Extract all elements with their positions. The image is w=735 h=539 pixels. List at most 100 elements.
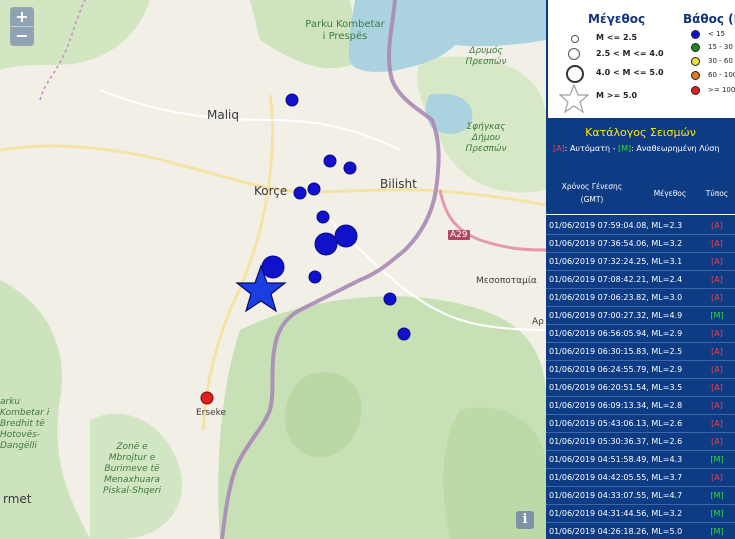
events-layer [200,93,411,405]
row-time-magnitude: 01/06/2019 04:33:07.55, ML=4.7 [549,491,683,500]
event-marker[interactable] [334,224,358,248]
table-row[interactable]: 01/06/2019 06:30:15.83, ML=2.5 [A] [546,343,735,361]
legend-depth-blue-icon [691,30,700,39]
legend-mag-small-icon [571,35,579,43]
row-time-magnitude: 01/06/2019 06:56:05.94, ML=2.9 [549,329,683,338]
legend-mag-3: 4.0 < M <= 5.0 [596,68,664,77]
row-type-badge: [M] [710,491,724,500]
event-marker[interactable] [314,232,338,256]
row-time-magnitude: 01/06/2019 07:59:04.08, ML=2.3 [549,221,683,230]
catalog-rows: 01/06/2019 07:59:04.08, ML=2.3 [A] 01/06/2… [546,217,735,539]
table-row[interactable]: 01/06/2019 06:56:05.94, ML=2.9 [A] [546,325,735,343]
row-type-badge: [A] [711,347,723,356]
legend-mag-1: M <= 2.5 [596,33,638,42]
row-type-badge: [M] [710,509,724,518]
catalog-title: Κατάλογος Σεισμών [585,126,696,139]
row-type-badge: [A] [711,329,723,338]
row-type-badge: [A] [711,383,723,392]
legend-depth-1: < 15 [708,30,725,38]
event-marker[interactable] [307,182,321,196]
legend-depth-orange-icon [691,71,700,80]
table-row[interactable]: 01/06/2019 04:26:18.26, ML=5.0 [M] [546,523,735,539]
column-header-time: Χρόνος Γένεσης (GMT) [561,182,623,204]
row-time-magnitude: 01/06/2019 07:08:42.21, ML=2.4 [549,275,683,284]
event-marker[interactable] [285,93,299,107]
table-row[interactable]: 01/06/2019 07:32:24.25, ML=3.1 [A] [546,253,735,271]
row-type-badge: [M] [710,311,724,320]
map-view[interactable]: + − Parku Kombetar i Prespës Δρυμός Πρεσ… [0,0,546,539]
event-marker[interactable] [308,270,322,284]
event-marker[interactable] [200,391,214,405]
row-type-badge: [A] [711,239,723,248]
row-time-magnitude: 01/06/2019 07:06:23.82, ML=3.0 [549,293,683,302]
table-row[interactable]: 01/06/2019 05:30:36.37, ML=2.6 [A] [546,433,735,451]
row-time-magnitude: 01/06/2019 07:36:54.06, ML=3.2 [549,239,683,248]
event-marker[interactable] [343,161,357,175]
table-row[interactable]: 01/06/2019 07:08:42.21, ML=2.4 [A] [546,271,735,289]
event-marker[interactable] [323,154,337,168]
row-time-magnitude: 01/06/2019 07:32:24.25, ML=3.1 [549,257,683,266]
row-type-badge: [A] [711,473,723,482]
event-marker[interactable] [397,327,411,341]
row-time-magnitude: 01/06/2019 06:20:51.54, ML=3.5 [549,383,683,392]
info-button[interactable]: i [516,511,534,529]
legend: Μέγεθος Βάθος (K M <= 2.5 2.5 < M <= 4.0… [546,0,735,120]
row-type-badge: [A] [711,365,723,374]
legend-depth-3: 30 - 60 [708,57,733,65]
row-time-magnitude: 01/06/2019 06:24:55.79, ML=2.9 [549,365,683,374]
legend-depth-5: >= 100 [708,86,735,94]
row-time-magnitude: 01/06/2019 04:42:05.55, ML=3.7 [549,473,683,482]
legend-depth-4: 60 - 100 [708,71,735,79]
row-type-badge: [A] [711,221,723,230]
table-row[interactable]: 01/06/2019 05:43:06.13, ML=2.6 [A] [546,415,735,433]
row-time-magnitude: 01/06/2019 06:09:13.34, ML=2.8 [549,401,683,410]
star-icon [559,84,589,114]
legend-depth-yellow-icon [691,57,700,66]
legend-depth-title: Βάθος (K [683,12,735,26]
legend-mag-large-icon [566,65,584,83]
row-type-badge: [M] [710,455,724,464]
table-row[interactable]: 01/06/2019 06:09:13.34, ML=2.8 [A] [546,397,735,415]
legend-mag-2: 2.5 < M <= 4.0 [596,49,664,58]
row-time-magnitude: 01/06/2019 04:51:58.49, ML=4.3 [549,455,683,464]
table-row[interactable]: 01/06/2019 07:00:27.32, ML=4.9 [M] [546,307,735,325]
legend-depth-green-icon [691,43,700,52]
table-row[interactable]: 01/06/2019 04:33:07.55, ML=4.7 [M] [546,487,735,505]
side-panel: Μέγεθος Βάθος (K M <= 2.5 2.5 < M <= 4.0… [546,0,735,539]
row-type-badge: [A] [711,257,723,266]
row-type-badge: [A] [711,293,723,302]
table-row[interactable]: 01/06/2019 04:31:44.56, ML=3.2 [M] [546,505,735,523]
legend-mag-medium-icon [568,48,580,60]
event-marker[interactable] [293,186,307,200]
event-marker[interactable] [261,255,285,279]
column-header-type: Τύπος [705,189,729,198]
row-time-magnitude: 01/06/2019 04:31:44.56, ML=3.2 [549,509,683,518]
legend-magnitude-title: Μέγεθος [588,12,646,26]
row-time-magnitude: 01/06/2019 04:26:18.26, ML=5.0 [549,527,683,536]
legend-depth-2: 15 - 30 [708,43,733,51]
row-type-badge: [A] [711,419,723,428]
event-marker[interactable] [383,292,397,306]
row-type-badge: [A] [711,275,723,284]
row-type-badge: [M] [710,527,724,536]
column-header-magnitude: Μέγεθος [653,189,687,198]
event-marker[interactable] [316,210,330,224]
row-time-magnitude: 01/06/2019 07:00:27.32, ML=4.9 [549,311,683,320]
table-row[interactable]: 01/06/2019 07:06:23.82, ML=3.0 [A] [546,289,735,307]
row-time-magnitude: 01/06/2019 06:30:15.83, ML=2.5 [549,347,683,356]
row-type-badge: [A] [711,437,723,446]
earthquake-catalog: Κατάλογος Σεισμών [A]: Αυτόματη - [M]: Α… [546,120,735,539]
legend-mag-4: M >= 5.0 [596,91,638,100]
catalog-subtitle: [A]: Αυτόματη - [M]: Αναθεωρημένη Λύση [553,144,720,153]
table-row[interactable]: 01/06/2019 06:24:55.79, ML=2.9 [A] [546,361,735,379]
table-row[interactable]: 01/06/2019 06:20:51.54, ML=3.5 [A] [546,379,735,397]
row-time-magnitude: 01/06/2019 05:30:36.37, ML=2.6 [549,437,683,446]
table-row[interactable]: 01/06/2019 07:36:54.06, ML=3.2 [A] [546,235,735,253]
row-time-magnitude: 01/06/2019 05:43:06.13, ML=2.6 [549,419,683,428]
table-row[interactable]: 01/06/2019 07:59:04.08, ML=2.3 [A] [546,217,735,235]
table-row[interactable]: 01/06/2019 04:51:58.49, ML=4.3 [M] [546,451,735,469]
table-row[interactable]: 01/06/2019 04:42:05.55, ML=3.7 [A] [546,469,735,487]
catalog-divider [546,214,735,215]
row-type-badge: [A] [711,401,723,410]
legend-depth-red-icon [691,86,700,95]
